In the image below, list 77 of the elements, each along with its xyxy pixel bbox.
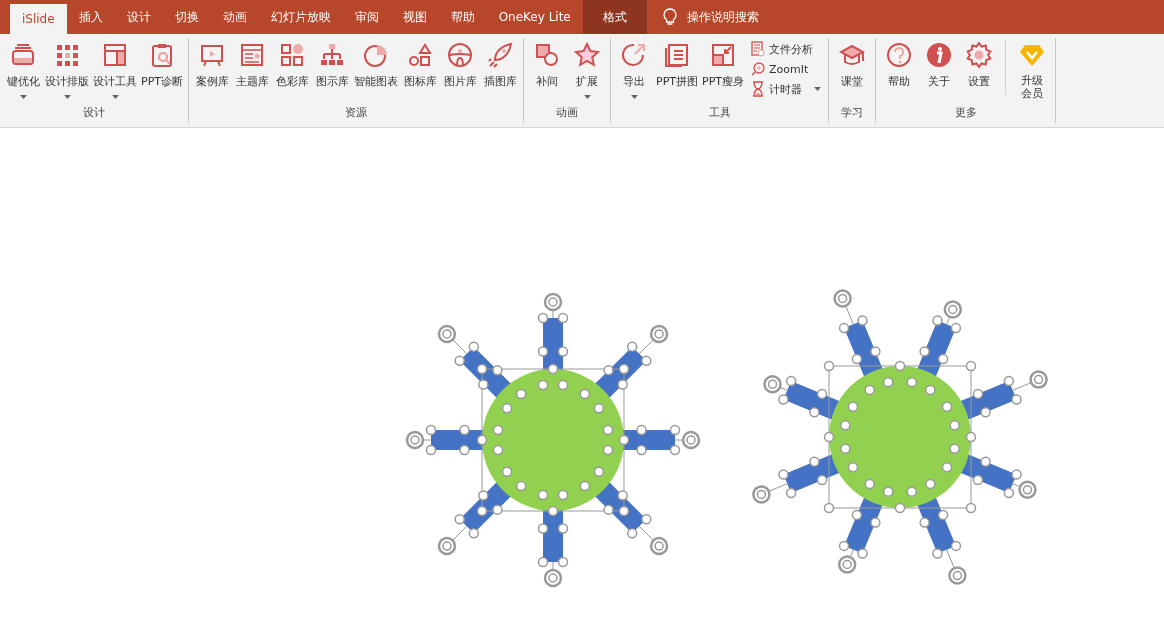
- ribbon-button[interactable]: 补间: [527, 38, 567, 89]
- ribbon-button[interactable]: PPT诊断: [139, 38, 185, 89]
- rocket-icon: [487, 42, 513, 68]
- grid-icon: [54, 42, 80, 68]
- caret-icon: [583, 95, 591, 99]
- caret-icon: [814, 87, 821, 91]
- ribbon-button[interactable]: 帮助: [879, 38, 919, 89]
- file-icon: [750, 41, 765, 57]
- layout-icon: [102, 42, 128, 68]
- ribbon-small-button[interactable]: 计时器: [746, 80, 825, 98]
- ribbon-button[interactable]: 图标库: [400, 38, 440, 89]
- export-arrow-icon: [621, 42, 647, 68]
- steering-wheel-icon: [447, 42, 473, 68]
- presentation-board-icon: [199, 42, 225, 68]
- group-label: 资源: [345, 105, 367, 121]
- ribbon-button[interactable]: 升级会员: [1012, 38, 1052, 101]
- magnifier-icon: [750, 61, 765, 77]
- settings-icon: [966, 42, 992, 68]
- graduation-cap-icon: [839, 42, 865, 68]
- hourglass-icon: [750, 81, 765, 97]
- ribbon-button[interactable]: 色彩库: [272, 38, 312, 89]
- clipboard-search-icon: [149, 42, 175, 68]
- group-label: 设计: [83, 105, 105, 121]
- overlapping-shapes-icon: [534, 42, 560, 68]
- ribbon-button[interactable]: 导出: [614, 38, 654, 99]
- notebook-icon: [664, 42, 690, 68]
- shapes-icon: [279, 42, 305, 68]
- ribbon-tab[interactable]: OneKey Lite: [486, 0, 583, 34]
- caret-icon: [19, 95, 27, 99]
- info-icon: [926, 42, 952, 68]
- group-label: 工具: [708, 105, 731, 121]
- ribbon-tab[interactable]: iSlide: [10, 4, 67, 34]
- document-icon: [239, 42, 265, 68]
- caret-icon: [630, 95, 638, 99]
- ribbon-tab[interactable]: 插入: [66, 0, 115, 34]
- ribbon-tab[interactable]: 视图: [390, 0, 439, 34]
- ribbon-button[interactable]: 图片库: [440, 38, 480, 89]
- shrink-icon: [710, 42, 736, 68]
- ribbon-small-button[interactable]: ZoomIt: [746, 60, 825, 78]
- ribbon-tab[interactable]: 帮助: [438, 0, 487, 34]
- search-field[interactable]: 操作说明搜索: [684, 9, 829, 25]
- ribbon-button[interactable]: 键优化: [3, 38, 43, 99]
- ribbon-tab[interactable]: 审阅: [342, 0, 391, 34]
- ribbon-tab[interactable]: 幻灯片放映: [258, 0, 343, 34]
- ribbon-button[interactable]: 主题库: [232, 38, 272, 89]
- ribbon-tab[interactable]: 切换: [162, 0, 211, 34]
- caret-icon: [111, 95, 119, 99]
- group-label: 动画: [556, 105, 578, 121]
- ribbon-button[interactable]: 设计工具: [91, 38, 139, 99]
- diamond-icon: [1019, 42, 1045, 68]
- ribbon-tab[interactable]: 动画: [210, 0, 259, 34]
- caret-icon: [63, 95, 71, 99]
- ribbon-tab[interactable]: 设计: [114, 0, 163, 34]
- pie-chart-icon: [363, 42, 389, 68]
- ribbon-button[interactable]: 关于: [919, 38, 959, 89]
- layers-icon: [10, 42, 36, 68]
- ribbon-button[interactable]: PPT瘦身: [700, 38, 746, 89]
- group-label: 更多: [954, 105, 977, 121]
- ribbon-button[interactable]: 课堂: [832, 38, 872, 89]
- ribbon-button[interactable]: PPT拼图: [654, 38, 700, 89]
- ribbon-button[interactable]: 设置: [959, 38, 999, 89]
- star-icon: [574, 42, 600, 68]
- ribbon-tab[interactable]: 格式: [582, 0, 647, 34]
- ribbon-button[interactable]: 案例库: [192, 38, 232, 89]
- group-label: 学习: [841, 105, 863, 121]
- sun-shape-drawing[interactable]: [405, 292, 701, 588]
- help-icon: [886, 42, 912, 68]
- ribbon-button[interactable]: 图示库: [312, 38, 352, 89]
- lightbulb-icon: [662, 8, 677, 26]
- sun-shape-drawing[interactable]: [752, 289, 1048, 585]
- shapes-icon: [407, 42, 433, 68]
- hierarchy-icon: [319, 42, 345, 68]
- ribbon-button[interactable]: 插图库: [480, 38, 520, 89]
- ribbon-button[interactable]: 智能图表: [352, 38, 400, 89]
- ribbon-button[interactable]: 设计排版: [43, 38, 91, 99]
- ribbon-small-button[interactable]: 文件分析: [746, 40, 825, 58]
- ribbon-button[interactable]: 扩展: [567, 38, 607, 99]
